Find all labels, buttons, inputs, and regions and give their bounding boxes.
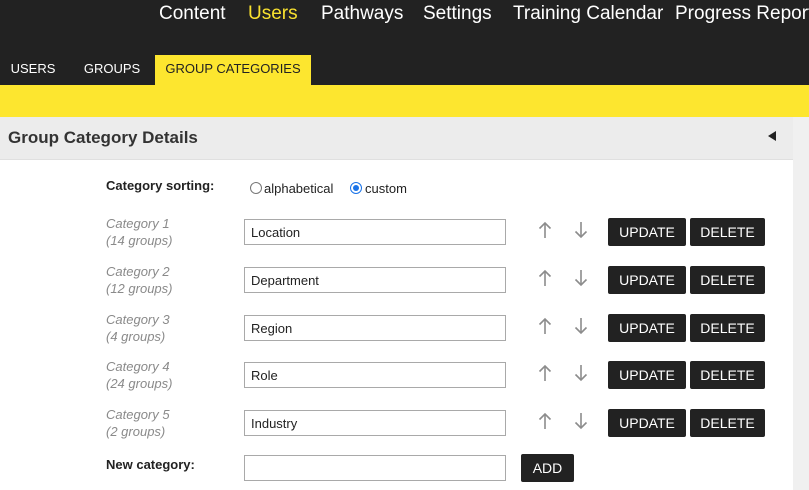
radio-custom-label[interactable]: custom bbox=[365, 181, 407, 196]
update-button[interactable]: UPDATE bbox=[608, 218, 686, 246]
nav-progress-reports[interactable]: Progress Reports bbox=[675, 3, 809, 25]
category-name-input[interactable] bbox=[244, 410, 506, 436]
category-name: Category 3 bbox=[106, 312, 170, 327]
radio-alphabetical-label[interactable]: alphabetical bbox=[264, 181, 333, 196]
tab-group-categories[interactable]: GROUP CATEGORIES bbox=[155, 55, 311, 85]
arrow-up-icon[interactable] bbox=[538, 364, 552, 382]
category-group-count: (2 groups) bbox=[106, 424, 166, 439]
update-button[interactable]: UPDATE bbox=[608, 409, 686, 437]
category-name-input[interactable] bbox=[244, 362, 506, 388]
category-name-input[interactable] bbox=[244, 315, 506, 341]
section-title: Group Category Details bbox=[8, 128, 198, 147]
arrow-up-icon[interactable] bbox=[538, 412, 552, 430]
category-name-input[interactable] bbox=[244, 219, 506, 245]
delete-button[interactable]: DELETE bbox=[690, 266, 765, 294]
category-sorting-label: Category sorting: bbox=[106, 178, 215, 193]
nav-training-calendar[interactable]: Training Calendar bbox=[513, 3, 663, 25]
category-name: Category 5 bbox=[106, 407, 170, 422]
radio-custom[interactable] bbox=[350, 182, 362, 194]
arrow-down-icon[interactable] bbox=[574, 364, 588, 382]
scrollbar-track[interactable] bbox=[793, 117, 809, 490]
update-button[interactable]: UPDATE bbox=[608, 314, 686, 342]
arrow-up-icon[interactable] bbox=[538, 221, 552, 239]
delete-button[interactable]: DELETE bbox=[690, 409, 765, 437]
nav-content[interactable]: Content bbox=[159, 3, 226, 25]
top-navigation: Content Users Pathways Settings Training… bbox=[0, 0, 809, 55]
tab-accent-band bbox=[0, 85, 809, 117]
nav-users[interactable]: Users bbox=[248, 3, 298, 25]
delete-button[interactable]: DELETE bbox=[690, 218, 765, 246]
radio-alphabetical[interactable] bbox=[250, 182, 262, 194]
triangle-left-icon[interactable] bbox=[767, 130, 777, 142]
new-category-label: New category: bbox=[106, 457, 195, 472]
arrow-down-icon[interactable] bbox=[574, 221, 588, 239]
add-button[interactable]: ADD bbox=[521, 454, 574, 482]
category-group-count: (24 groups) bbox=[106, 376, 173, 391]
new-category-input[interactable] bbox=[244, 455, 506, 481]
delete-button[interactable]: DELETE bbox=[690, 314, 765, 342]
nav-pathways[interactable]: Pathways bbox=[321, 3, 403, 25]
category-group-count: (4 groups) bbox=[106, 329, 166, 344]
category-name: Category 1 bbox=[106, 216, 170, 231]
arrow-down-icon[interactable] bbox=[574, 317, 588, 335]
update-button[interactable]: UPDATE bbox=[608, 266, 686, 294]
section-header[interactable]: Group Category Details bbox=[0, 117, 793, 160]
update-button[interactable]: UPDATE bbox=[608, 361, 686, 389]
arrow-down-icon[interactable] bbox=[574, 269, 588, 287]
arrow-up-icon[interactable] bbox=[538, 269, 552, 287]
category-group-count: (12 groups) bbox=[106, 281, 173, 296]
category-group-count: (14 groups) bbox=[106, 233, 173, 248]
category-name: Category 4 bbox=[106, 359, 170, 374]
category-name: Category 2 bbox=[106, 264, 170, 279]
nav-settings[interactable]: Settings bbox=[423, 3, 492, 25]
tab-groups[interactable]: GROUPS bbox=[72, 55, 152, 85]
category-name-input[interactable] bbox=[244, 267, 506, 293]
tab-users[interactable]: USERS bbox=[0, 55, 66, 85]
sub-tabs: USERS GROUPS GROUP CATEGORIES bbox=[0, 55, 809, 85]
arrow-up-icon[interactable] bbox=[538, 317, 552, 335]
arrow-down-icon[interactable] bbox=[574, 412, 588, 430]
delete-button[interactable]: DELETE bbox=[690, 361, 765, 389]
